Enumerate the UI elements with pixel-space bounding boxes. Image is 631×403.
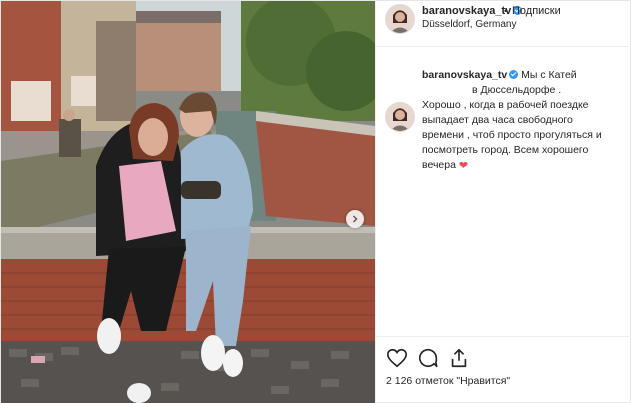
comment-bubble-icon bbox=[418, 348, 438, 368]
comment-button[interactable] bbox=[417, 347, 439, 369]
following-button[interactable]: Подписки bbox=[512, 5, 561, 17]
caption-line: выпадает два часа свободного bbox=[422, 113, 627, 128]
caption-text: выпадает два часа свободного bbox=[422, 114, 573, 126]
caption-text: вечера bbox=[422, 159, 456, 171]
caption-text: посмотреть город. Всем хорошего bbox=[422, 144, 589, 156]
red-heart-icon: ❤ bbox=[458, 160, 469, 172]
caption-text: Мы с Катей bbox=[521, 69, 577, 81]
caption-line: посмотреть город. Всем хорошего bbox=[422, 143, 627, 158]
avatar-image bbox=[386, 103, 414, 131]
photo-illustration bbox=[1, 1, 375, 403]
caption-line: baranovskaya_tv Мы с Катей bbox=[422, 68, 627, 83]
location-link[interactable]: Düsseldorf, Germany bbox=[422, 19, 516, 30]
likes-count[interactable]: 2 126 отметок "Нравится" bbox=[386, 375, 510, 387]
caption-text: времени , чтоб просто прогуляться и bbox=[422, 129, 602, 141]
caption-line: в Дюссельдорфе . bbox=[422, 83, 627, 98]
instagram-post: baranovskaya_tv • Подписки Düsseldorf, G… bbox=[0, 0, 631, 403]
next-photo-button[interactable] bbox=[346, 210, 364, 228]
caption-username[interactable]: baranovskaya_tv bbox=[422, 69, 507, 81]
post-header: baranovskaya_tv • Подписки Düsseldorf, G… bbox=[376, 1, 631, 47]
verified-badge-icon bbox=[509, 70, 519, 79]
header-username[interactable]: baranovskaya_tv bbox=[422, 5, 523, 17]
post-sidebar: baranovskaya_tv • Подписки Düsseldorf, G… bbox=[375, 1, 631, 403]
separator-dot: • bbox=[504, 6, 508, 16]
caption-text: Хорошо , когда в рабочей поездке bbox=[422, 99, 589, 111]
heart-outline-icon bbox=[387, 348, 407, 368]
chevron-right-icon bbox=[353, 215, 358, 223]
avatar[interactable] bbox=[386, 5, 414, 33]
share-button[interactable] bbox=[448, 347, 470, 369]
caption-text: в Дюссельдорфе . bbox=[472, 84, 562, 96]
like-button[interactable] bbox=[386, 347, 408, 369]
caption-line: Хорошо , когда в рабочей поездке bbox=[422, 98, 627, 113]
post-photo[interactable] bbox=[1, 1, 375, 403]
caption-avatar[interactable] bbox=[386, 103, 414, 131]
username-text[interactable]: baranovskaya_tv bbox=[422, 5, 511, 17]
avatar-image bbox=[386, 5, 414, 33]
share-upload-icon bbox=[451, 348, 467, 368]
post-caption: baranovskaya_tv Мы с Катей в Дюссельдорф… bbox=[422, 68, 627, 173]
caption-line: времени , чтоб просто прогуляться и bbox=[422, 128, 627, 143]
caption-line: вечера ❤ bbox=[422, 158, 627, 173]
post-actions: 2 126 отметок "Нравится" bbox=[376, 336, 631, 403]
